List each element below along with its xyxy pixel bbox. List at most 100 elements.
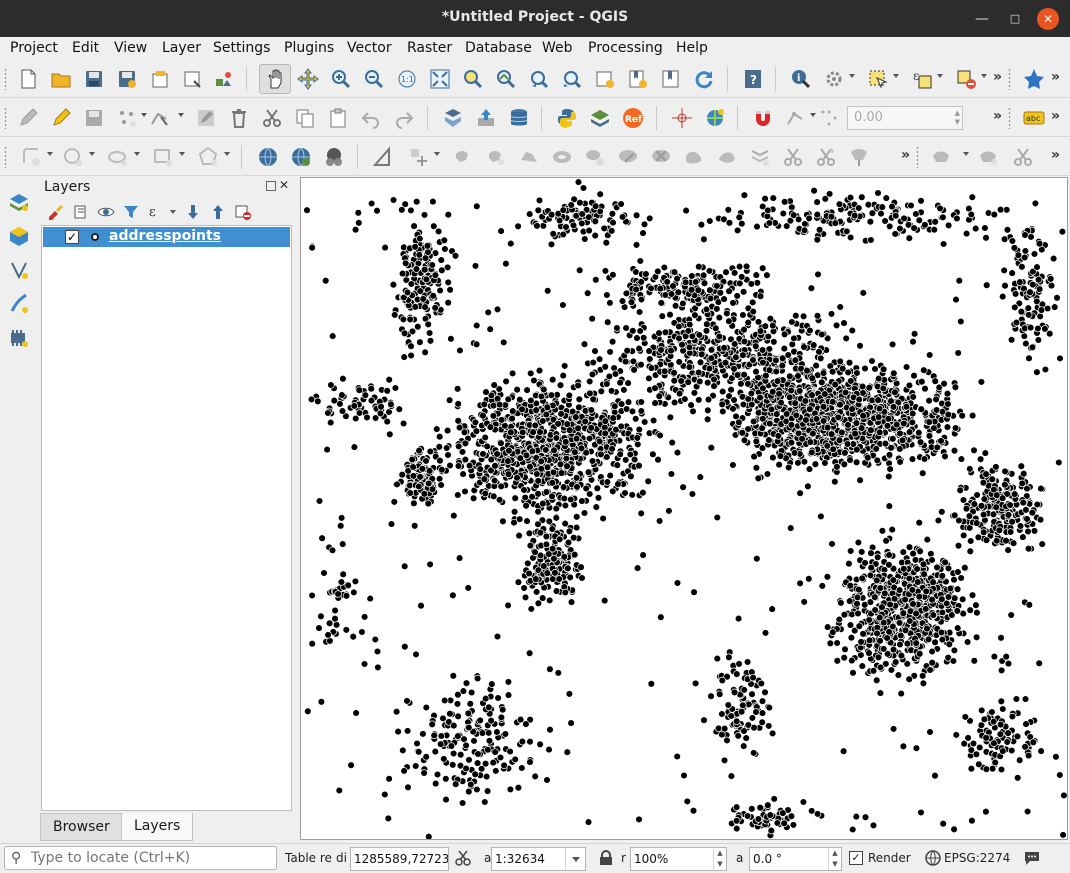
save-as-icon[interactable] — [116, 68, 138, 90]
float-panel-icon[interactable] — [266, 181, 276, 191]
merge-features-icon[interactable] — [848, 146, 870, 168]
snapping-magnet-icon[interactable] — [752, 107, 774, 129]
maximize-button[interactable]: □ — [1004, 8, 1026, 30]
toggle-editing-icon[interactable] — [50, 107, 72, 129]
snapping-tolerance-field[interactable]: 0.00 ▲ ▼ — [847, 106, 963, 130]
toolbar-overflow-icon[interactable]: » — [1051, 108, 1060, 124]
add-part-icon[interactable] — [584, 146, 606, 168]
close-window-button[interactable]: ✕ — [1037, 8, 1059, 30]
cut-features-icon[interactable] — [261, 107, 283, 129]
split-features-icon[interactable] — [782, 146, 804, 168]
toolbar-overflow-icon[interactable]: » — [1051, 147, 1060, 163]
python-console-icon[interactable] — [556, 107, 578, 129]
rotate-feature-icon[interactable] — [452, 146, 474, 168]
menu-layer[interactable]: Layer — [162, 40, 201, 56]
pin-labels-icon[interactable] — [930, 146, 952, 168]
deselect-features-icon[interactable] — [955, 68, 977, 90]
zoom-next-icon[interactable] — [561, 68, 583, 90]
run-feature-action-icon[interactable] — [823, 68, 845, 90]
modify-attributes-icon[interactable] — [195, 107, 217, 129]
new-map-view-icon[interactable] — [594, 68, 616, 90]
georeferencer-icon[interactable] — [704, 107, 726, 129]
layer-visibility-checkbox[interactable]: ✓ — [65, 230, 79, 244]
new-geopackage-layer-icon[interactable] — [8, 225, 30, 247]
show-hide-labels-icon[interactable] — [977, 146, 999, 168]
snap-type-icon[interactable] — [818, 107, 840, 129]
label-toolbar-icon[interactable]: abc — [1023, 107, 1045, 129]
snap-vertex-icon[interactable] — [785, 107, 807, 129]
menu-view[interactable]: View — [114, 40, 147, 56]
zoom-to-selection-icon[interactable] — [462, 68, 484, 90]
pan-to-selection-icon[interactable] — [297, 68, 319, 90]
filter-by-expression-icon[interactable]: ε — [147, 203, 165, 221]
delete-selected-icon[interactable] — [228, 107, 250, 129]
menu-settings[interactable]: Settings — [213, 40, 270, 56]
chevron-down-icon[interactable] — [849, 74, 855, 78]
metasearch-icon[interactable] — [323, 146, 345, 168]
open-project-icon[interactable] — [50, 68, 72, 90]
scale-feature-icon[interactable] — [485, 146, 507, 168]
map-canvas[interactable] — [300, 177, 1068, 840]
zoom-out-icon[interactable] — [363, 68, 385, 90]
chevron-down-icon[interactable] — [134, 152, 140, 156]
measure-angle-icon[interactable] — [372, 146, 394, 168]
processing-toolbox-icon[interactable] — [589, 107, 611, 129]
vertex-tool-icon[interactable] — [149, 107, 171, 129]
zoom-native-resolution-icon[interactable]: 1:1 — [396, 68, 418, 90]
chevron-down-icon[interactable] — [810, 113, 816, 117]
new-print-layout-icon[interactable] — [149, 68, 171, 90]
ref-plugin-icon[interactable]: Ref — [622, 107, 644, 129]
menu-help[interactable]: Help — [676, 40, 708, 56]
close-panel-icon[interactable]: ✕ — [279, 178, 289, 192]
menu-plugins[interactable]: Plugins — [284, 40, 334, 56]
new-bookmark-icon[interactable] — [627, 68, 649, 90]
plugin-star-icon[interactable] — [1023, 68, 1045, 90]
zoom-to-layer-icon[interactable] — [495, 68, 517, 90]
delete-part-icon[interactable] — [683, 146, 705, 168]
manage-map-themes-icon[interactable] — [97, 203, 115, 221]
undo-icon[interactable] — [360, 107, 382, 129]
chevron-down-icon[interactable] — [963, 152, 969, 156]
chevron-down-icon[interactable] — [224, 152, 230, 156]
toolbar-overflow-icon[interactable]: » — [1051, 69, 1060, 85]
wms-layer-icon[interactable] — [257, 146, 279, 168]
db-manager-icon[interactable] — [442, 107, 464, 129]
select-by-expression-icon[interactable]: ε — [911, 68, 933, 90]
toolbar-handle[interactable] — [916, 146, 919, 168]
new-virtual-layer-icon[interactable] — [8, 327, 30, 349]
coordinate-capture-icon[interactable] — [671, 107, 693, 129]
delete-ring-icon[interactable] — [650, 146, 672, 168]
toolbar-handle[interactable] — [4, 146, 7, 168]
toolbar-handle[interactable] — [4, 68, 7, 90]
chevron-down-icon[interactable] — [47, 152, 53, 156]
database-icon[interactable] — [508, 107, 530, 129]
new-temporary-layer-icon[interactable] — [8, 293, 30, 315]
select-features-icon[interactable] — [867, 68, 889, 90]
layer-row-addresspoints[interactable]: ✓ addresspoints — [43, 227, 290, 247]
chevron-down-icon[interactable] — [179, 152, 185, 156]
data-source-manager-icon[interactable] — [8, 191, 30, 213]
add-circle-icon[interactable] — [62, 146, 84, 168]
help-contents-icon[interactable]: ? — [742, 68, 764, 90]
filter-legend-icon[interactable] — [122, 203, 140, 221]
change-label-icon[interactable] — [1012, 146, 1034, 168]
new-project-icon[interactable] — [17, 68, 39, 90]
add-rectangle-icon[interactable] — [152, 146, 174, 168]
spin-arrows-icon[interactable]: ▲ ▼ — [955, 109, 960, 127]
reshape-features-icon[interactable] — [716, 146, 738, 168]
chevron-down-icon[interactable] — [937, 74, 943, 78]
current-edits-icon[interactable] — [17, 107, 39, 129]
toolbar-overflow-icon[interactable]: » — [993, 69, 1002, 85]
redo-icon[interactable] — [393, 107, 415, 129]
add-ellipse-icon[interactable] — [107, 146, 129, 168]
style-manager-icon[interactable] — [213, 68, 235, 90]
pan-map-icon[interactable] — [264, 68, 286, 90]
zoom-full-icon[interactable] — [429, 68, 451, 90]
collapse-all-icon[interactable] — [209, 203, 227, 221]
import-export-icon[interactable] — [475, 107, 497, 129]
save-project-icon[interactable] — [83, 68, 105, 90]
chevron-down-icon[interactable] — [141, 113, 147, 117]
add-regular-polygon-icon[interactable] — [197, 146, 219, 168]
chevron-down-icon[interactable] — [178, 113, 184, 117]
chevron-down-icon[interactable] — [981, 74, 987, 78]
